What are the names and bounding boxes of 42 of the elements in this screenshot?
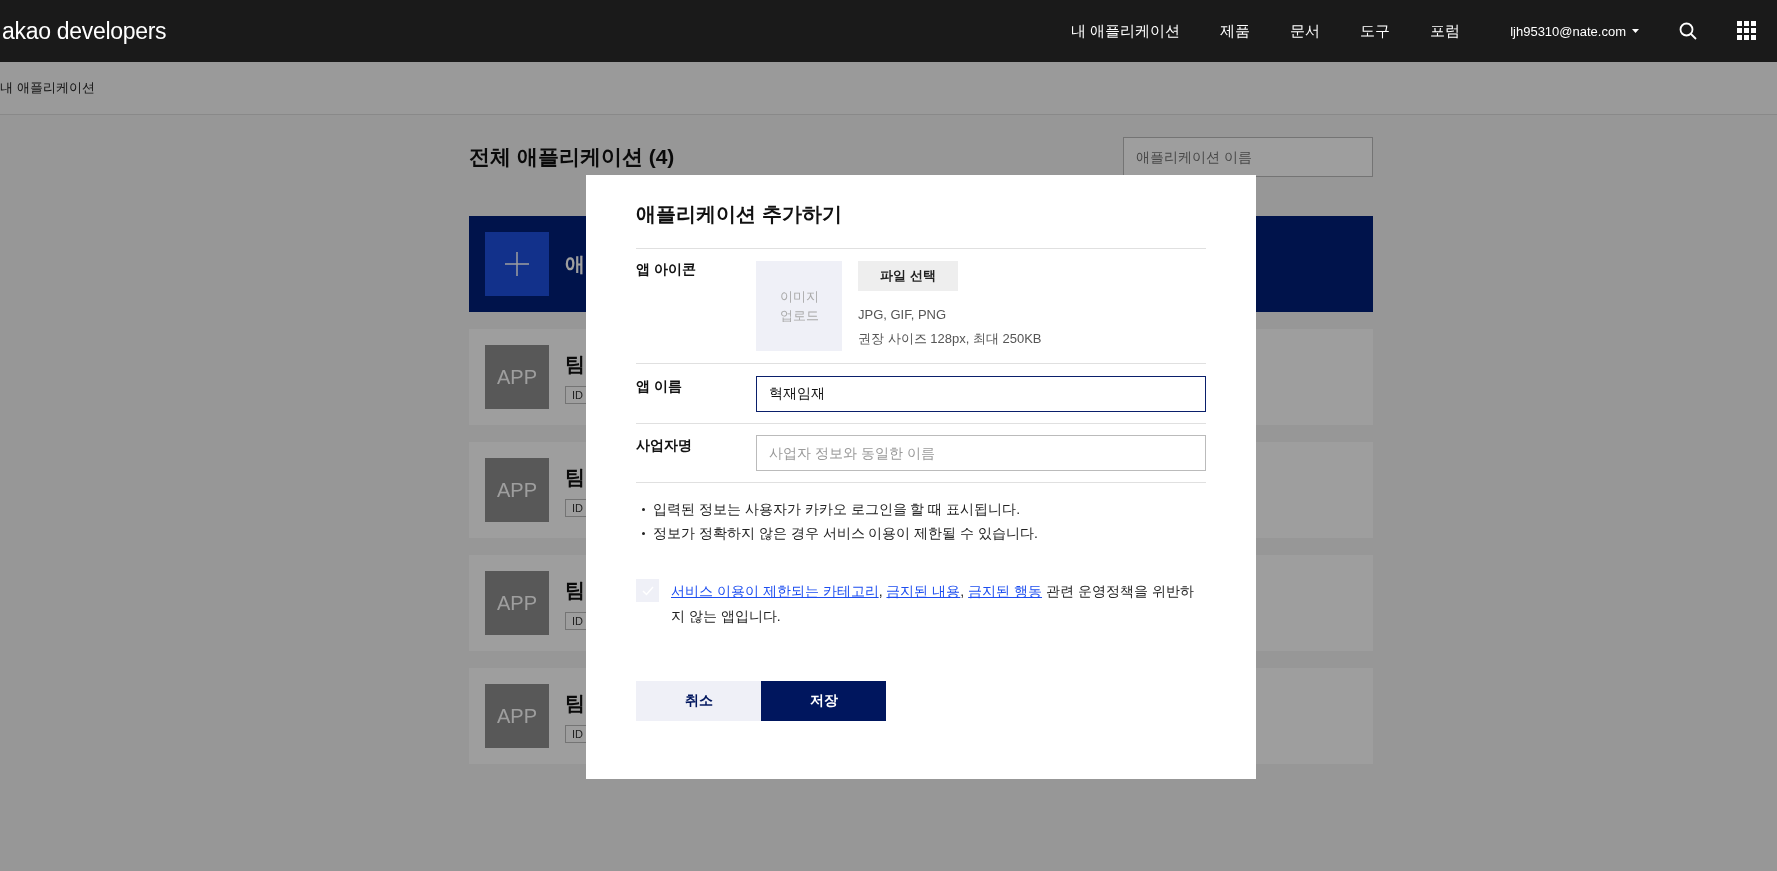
app-name-field[interactable]: 혁재임재: [756, 376, 1206, 412]
nav-link[interactable]: 도구: [1360, 21, 1391, 41]
caret-icon: [1632, 29, 1639, 33]
cancel-button[interactable]: 취소: [636, 681, 761, 721]
search-icon[interactable]: [1679, 22, 1697, 40]
search-field[interactable]: 애플리케이션 이름: [1123, 137, 1373, 177]
grid-menu-icon[interactable]: [1737, 21, 1757, 41]
plus-icon: [485, 232, 549, 296]
notice-text: 정보가 정확하지 않은 경우 서비스 이용이 제한될 수 있습니다.: [653, 524, 1038, 543]
field-label: 앱 아이콘: [636, 261, 697, 279]
app-thumbnail: APP: [485, 571, 549, 635]
add-app-label: 애: [565, 251, 585, 277]
file-hint: 권장 사이즈 128px, 최대 250KB: [858, 330, 1042, 348]
breadcrumb[interactable]: 내 애플리케이션: [0, 79, 95, 97]
app-name: 팀: [565, 690, 586, 716]
file-hint: JPG, GIF, PNG: [858, 306, 948, 324]
nav-link[interactable]: 내 애플리케이션: [1071, 21, 1181, 41]
nav-link[interactable]: 문서: [1290, 21, 1321, 41]
save-button[interactable]: 저장: [761, 681, 886, 721]
nav-link[interactable]: 포럼: [1430, 21, 1461, 41]
bullet-icon: [642, 532, 645, 535]
file-select-button[interactable]: 파일 선택: [858, 261, 958, 291]
business-name-field[interactable]: 사업자 정보와 동일한 이름: [756, 435, 1206, 471]
account-menu[interactable]: ljh95310@nate.com: [1510, 23, 1639, 39]
policy-link[interactable]: 서비스 이용이 제한되는 카테고리: [671, 583, 879, 599]
app-name: 팀: [565, 351, 586, 377]
app-thumbnail: APP: [485, 684, 549, 748]
policy-link[interactable]: 금지된 내용: [886, 583, 961, 599]
app-name: 팀: [565, 577, 586, 603]
field-label: 앱 이름: [636, 377, 683, 396]
notice-text: 입력된 정보는 사용자가 카카오 로그인을 할 때 표시됩니다.: [653, 500, 1021, 519]
logo[interactable]: akao developers: [2, 17, 167, 45]
bullet-icon: [642, 508, 645, 511]
app-thumbnail: APP: [485, 458, 549, 522]
agreement-text: 서비스 이용이 제한되는 카테고리, 금지된 내용, 금지된 행동 관련 운영정책을 위반하지 않는 앱입니다.: [671, 582, 1195, 626]
dialog-title: 애플리케이션 추가하기: [636, 202, 843, 227]
page-title: 전체 애플리케이션 (4): [469, 144, 675, 170]
policy-link[interactable]: 금지된 행동: [968, 583, 1042, 599]
app-name: 팀: [565, 464, 586, 490]
field-label: 사업자명: [636, 436, 693, 455]
app-thumbnail: APP: [485, 345, 549, 409]
nav-link[interactable]: 제품: [1220, 21, 1251, 41]
